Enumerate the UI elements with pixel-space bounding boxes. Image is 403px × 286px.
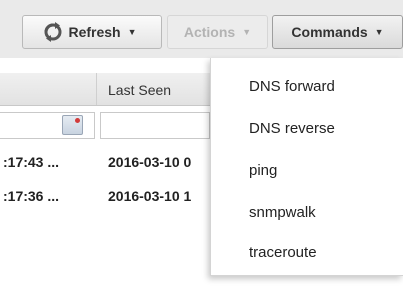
caret-down-icon: ▼: [374, 27, 384, 37]
time-filter-input[interactable]: [0, 112, 95, 139]
commands-menu: DNS forward DNS reverse ping snmpwalk tr…: [210, 58, 403, 276]
menu-item-traceroute[interactable]: traceroute: [249, 244, 317, 261]
last-seen-cell: 2016-03-10 0: [108, 154, 192, 170]
last-seen-cell: 2016-03-10 1: [108, 188, 192, 204]
calendar-icon[interactable]: [62, 115, 83, 135]
commands-label: Commands: [291, 24, 368, 40]
menu-item-snmpwalk[interactable]: snmpwalk: [249, 204, 316, 221]
time-cell: :17:36 ...: [3, 188, 60, 204]
caret-down-icon: ▼: [242, 27, 252, 37]
time-cell: :17:43 ...: [3, 154, 60, 170]
column-header-host[interactable]: [0, 73, 97, 105]
commands-button[interactable]: Commands ▼: [272, 15, 403, 49]
actions-button[interactable]: Actions ▼: [167, 15, 268, 49]
last-seen-filter-input[interactable]: [100, 112, 210, 139]
menu-item-dns-reverse[interactable]: DNS reverse: [249, 120, 335, 137]
menu-item-ping[interactable]: ping: [249, 162, 277, 179]
menu-item-dns-forward[interactable]: DNS forward: [249, 78, 335, 95]
actions-label: Actions: [183, 24, 236, 40]
caret-down-icon: ▼: [127, 27, 137, 37]
column-header-last-seen[interactable]: Last Seen: [108, 82, 171, 98]
refresh-label: Refresh: [68, 24, 121, 40]
refresh-icon: [43, 22, 63, 42]
refresh-button[interactable]: Refresh ▼: [22, 15, 162, 49]
